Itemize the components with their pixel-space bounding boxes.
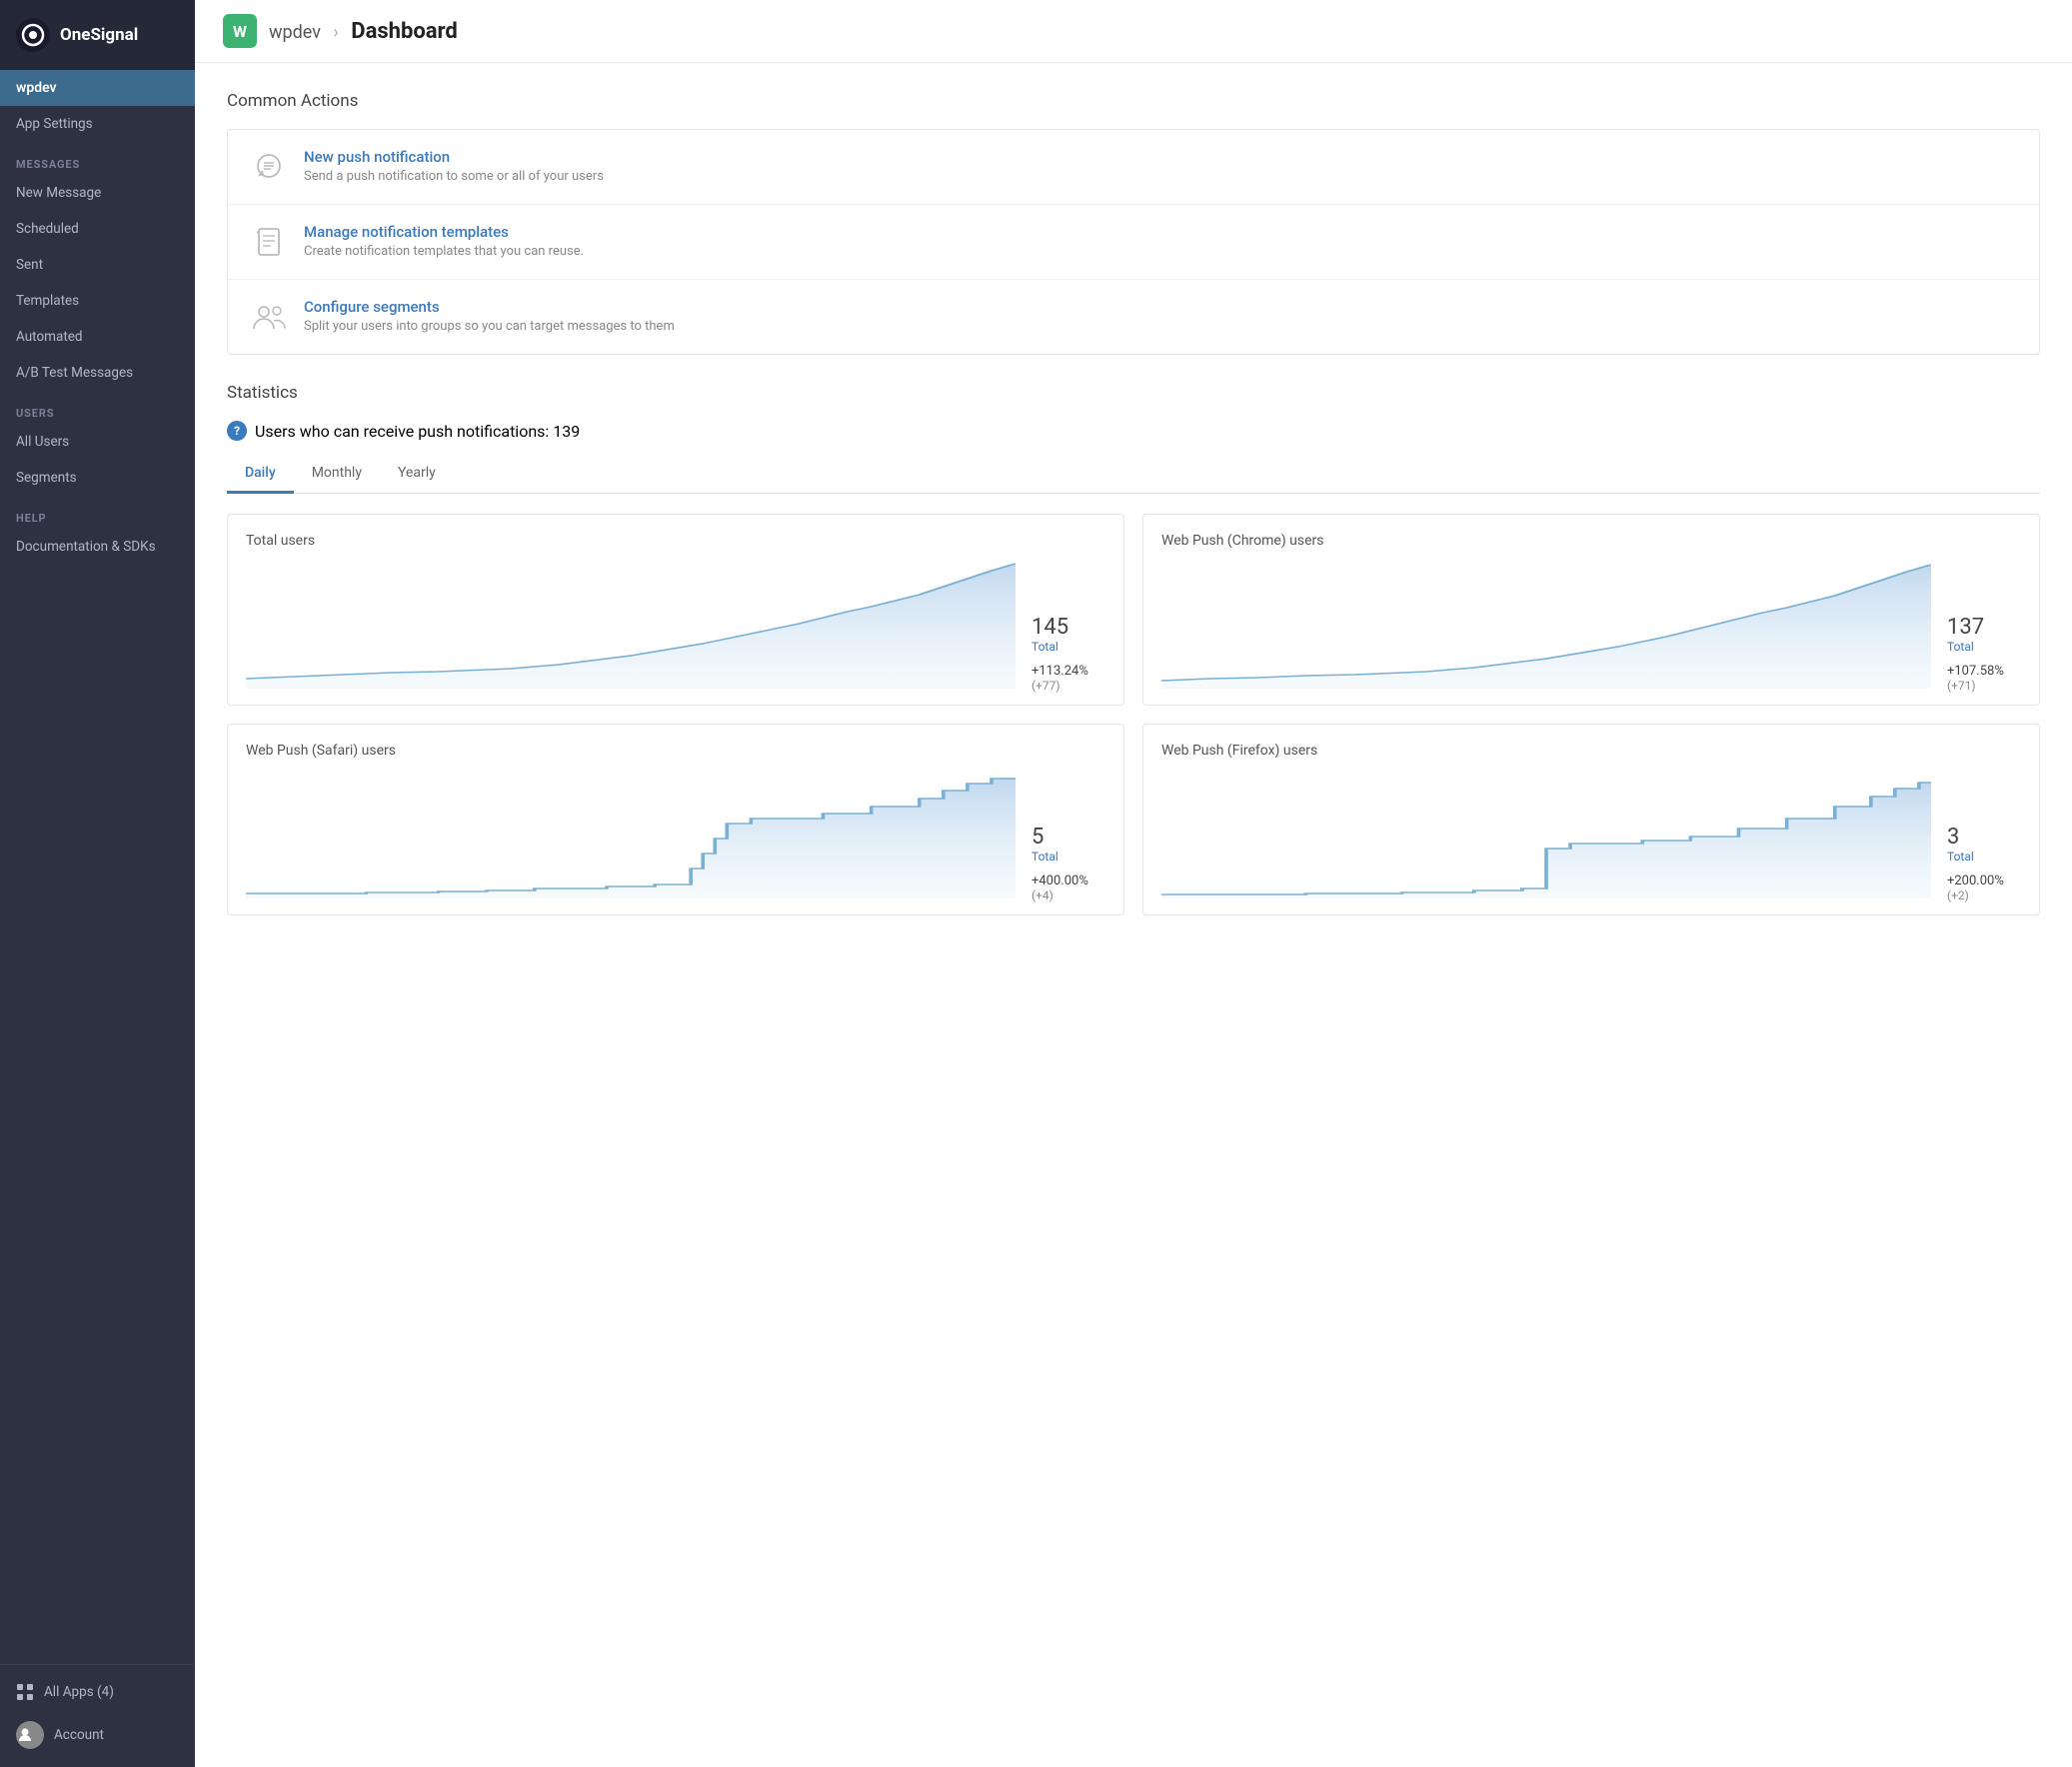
common-actions-title: Common Actions [227, 91, 2040, 111]
chart-total-users-svg [246, 559, 1016, 693]
sidebar-item-templates[interactable]: Templates [0, 283, 195, 319]
chart-chrome-stats: 137 Total +107.58% (+71) [1931, 615, 2021, 693]
sidebar-item-new-message[interactable]: New Message [0, 175, 195, 211]
chart-total-users-change: +113.24% [1032, 664, 1105, 679]
page-title: Dashboard [351, 19, 458, 44]
chart-firefox-num: 3 [1947, 825, 2021, 850]
chart-chrome-change-sub: (+71) [1947, 679, 2021, 693]
chart-firefox-label: Total [1947, 850, 2021, 864]
breadcrumb: wpdev › Dashboard [269, 19, 458, 44]
topbar: W wpdev › Dashboard [195, 0, 2072, 63]
action-templates-title: Manage notification templates [304, 223, 584, 241]
action-segments-text: Configure segments Split your users into… [304, 298, 675, 334]
chart-safari-change: +400.00% [1032, 874, 1105, 888]
sidebar-account[interactable]: Account [0, 1711, 195, 1759]
tab-monthly[interactable]: Monthly [294, 455, 380, 494]
sidebar: OneSignal wpdev App Settings MESSAGES Ne… [0, 0, 195, 1767]
chart-firefox-svg [1161, 769, 1931, 902]
chart-safari-num: 5 [1032, 825, 1105, 850]
action-templates-text: Manage notification templates Create not… [304, 223, 584, 259]
chart-total-users-title: Total users [246, 533, 1105, 549]
account-avatar [16, 1721, 44, 1749]
document-icon [250, 223, 288, 261]
sidebar-item-all-users[interactable]: All Users [0, 424, 195, 460]
chart-safari-content: 5 Total +400.00% (+4) [246, 769, 1105, 902]
breadcrumb-app-name: wpdev [269, 22, 321, 43]
sidebar-section-help: HELP [0, 496, 195, 529]
app-badge: W [223, 14, 257, 48]
onesignal-logo-icon [16, 18, 50, 52]
sidebar-bottom: All Apps (4) Account [0, 1664, 195, 1767]
users-count-label: Users who can receive push notifications… [255, 422, 580, 441]
users-group-icon [250, 298, 288, 336]
apps-grid-icon [16, 1683, 34, 1701]
chart-total-users-content: 145 Total +113.24% (+77) [246, 559, 1105, 693]
tab-yearly[interactable]: Yearly [380, 455, 454, 494]
action-segments-desc: Split your users into groups so you can … [304, 319, 675, 334]
chart-safari-title: Web Push (Safari) users [246, 743, 1105, 759]
sidebar-section-messages: MESSAGES [0, 142, 195, 175]
chart-total-users-num: 145 [1032, 615, 1105, 640]
chart-firefox-users: Web Push (Firefox) users [1142, 724, 2040, 915]
chart-chrome-title: Web Push (Chrome) users [1161, 533, 2021, 549]
chart-total-users-label: Total [1032, 640, 1105, 654]
sidebar-item-automated[interactable]: Automated [0, 319, 195, 355]
person-icon [17, 1727, 33, 1743]
stats-header: ? Users who can receive push notificatio… [227, 421, 2040, 441]
action-new-push[interactable]: New push notification Send a push notifi… [228, 130, 2039, 205]
sidebar-item-docs[interactable]: Documentation & SDKs [0, 529, 195, 565]
chart-safari-svg [246, 769, 1016, 902]
main-content: W wpdev › Dashboard Common Actions [195, 0, 2072, 1767]
chart-total-users: Total users [227, 514, 1124, 706]
action-segments[interactable]: Configure segments Split your users into… [228, 280, 2039, 354]
action-new-push-title: New push notification [304, 148, 604, 166]
chart-firefox-change-sub: (+2) [1947, 888, 2021, 902]
chart-total-users-stats: 145 Total +113.24% (+77) [1016, 615, 1105, 693]
question-icon: ? [227, 421, 247, 441]
statistics-title: Statistics [227, 383, 2040, 403]
chat-bubble-icon [250, 148, 288, 186]
chart-firefox-stats: 3 Total +200.00% (+2) [1931, 825, 2021, 902]
sidebar-item-segments[interactable]: Segments [0, 460, 195, 496]
chart-safari-users: Web Push (Safari) users [227, 724, 1124, 915]
action-new-push-desc: Send a push notification to some or all … [304, 169, 604, 184]
action-segments-title: Configure segments [304, 298, 675, 316]
tab-daily[interactable]: Daily [227, 455, 294, 494]
action-templates-desc: Create notification templates that you c… [304, 244, 584, 259]
chart-chrome-users: Web Push (Chrome) users [1142, 514, 2040, 706]
sidebar-section-users: USERS [0, 391, 195, 424]
sidebar-logo-text: OneSignal [60, 25, 138, 45]
chart-chrome-content: 137 Total +107.58% (+71) [1161, 559, 2021, 693]
chart-safari-stats: 5 Total +400.00% (+4) [1016, 825, 1105, 902]
chart-chrome-num: 137 [1947, 615, 2021, 640]
action-templates[interactable]: Manage notification templates Create not… [228, 205, 2039, 280]
sidebar-app-item[interactable]: wpdev [0, 70, 195, 106]
stats-tabs: Daily Monthly Yearly [227, 455, 2040, 494]
chart-total-users-change-sub: (+77) [1032, 679, 1105, 693]
content-area: Common Actions New push notification Sen… [195, 63, 2072, 943]
sidebar-item-scheduled[interactable]: Scheduled [0, 211, 195, 247]
chart-safari-change-sub: (+4) [1032, 888, 1105, 902]
action-new-push-text: New push notification Send a push notifi… [304, 148, 604, 184]
chart-firefox-content: 3 Total +200.00% (+2) [1161, 769, 2021, 902]
sidebar-logo: OneSignal [0, 0, 195, 70]
charts-grid: Total users [227, 514, 2040, 915]
chart-chrome-svg [1161, 559, 1931, 693]
common-actions-card: New push notification Send a push notifi… [227, 129, 2040, 355]
chart-safari-label: Total [1032, 850, 1105, 864]
sidebar-all-apps[interactable]: All Apps (4) [0, 1673, 195, 1711]
sidebar-item-ab-test[interactable]: A/B Test Messages [0, 355, 195, 391]
breadcrumb-separator: › [333, 22, 338, 43]
sidebar-item-app-settings[interactable]: App Settings [0, 106, 195, 142]
sidebar-item-sent[interactable]: Sent [0, 247, 195, 283]
chart-firefox-change: +200.00% [1947, 874, 2021, 888]
chart-firefox-title: Web Push (Firefox) users [1161, 743, 2021, 759]
chart-chrome-change: +107.58% [1947, 664, 2021, 679]
chart-chrome-label: Total [1947, 640, 2021, 654]
